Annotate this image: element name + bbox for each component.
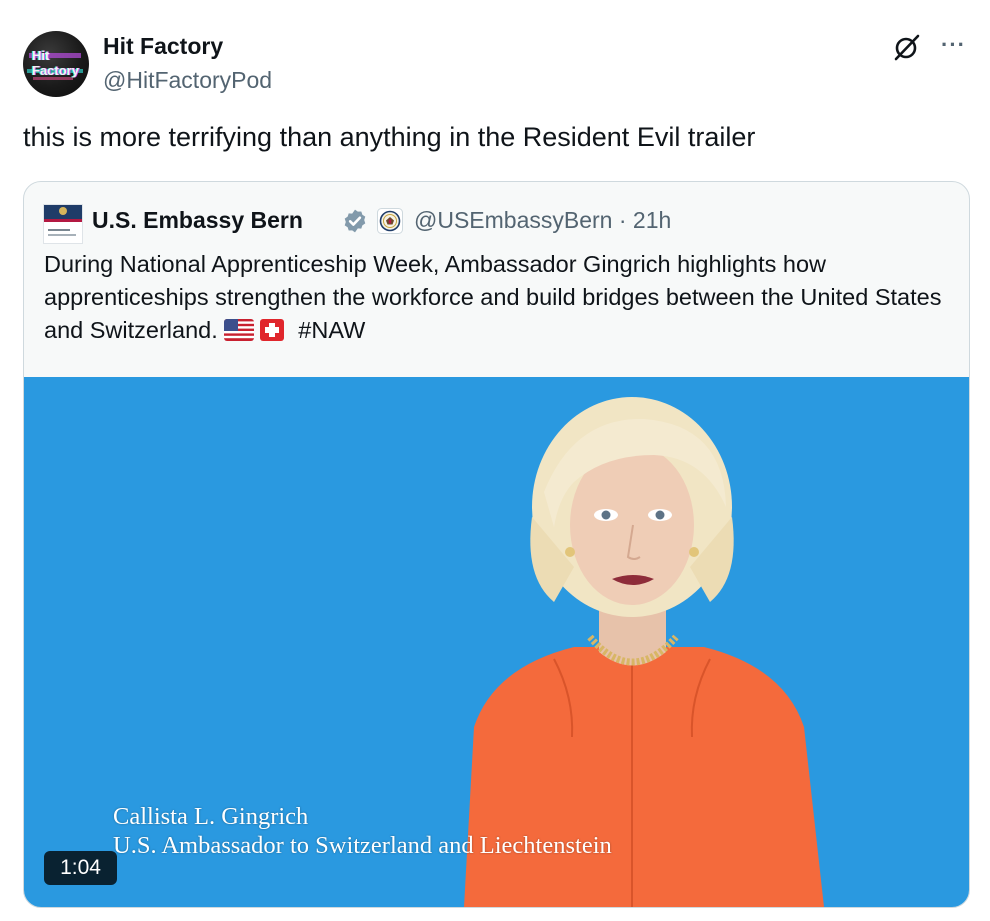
quoted-handle-and-time[interactable]: @USEmbassyBern · 21h — [414, 207, 671, 234]
swiss-flag-icon — [260, 319, 285, 341]
verified-badge-icon — [344, 209, 366, 233]
us-flag-icon — [224, 319, 255, 341]
quoted-author-name[interactable]: U.S. Embassy Bern — [92, 207, 303, 234]
government-seal-icon — [377, 208, 403, 234]
avatar-logo-text: Hit Factory — [32, 48, 79, 78]
author-avatar[interactable]: Hit Factory — [23, 31, 89, 97]
video-player[interactable]: Callista L. Gingrich U.S. Ambassador to … — [24, 377, 969, 907]
quoted-post-text: During National Apprenticeship Week, Amb… — [44, 251, 942, 343]
post-text: this is more terrifying than anything in… — [23, 122, 756, 152]
author-name[interactable]: Hit Factory — [103, 33, 223, 60]
grok-icon[interactable] — [893, 33, 921, 61]
quoted-post-header: U.S. Embassy Bern @USEmbassyBern · 21h — [43, 202, 943, 244]
video-duration-badge: 1:04 — [44, 851, 117, 885]
quoted-post[interactable]: U.S. Embassy Bern @USEmbassyBern · 21h D… — [23, 181, 970, 908]
author-handle[interactable]: @HitFactoryPod — [103, 67, 272, 94]
hashtag-link[interactable]: #NAW — [298, 317, 365, 343]
quoted-author-avatar[interactable] — [43, 204, 83, 244]
video-caption: Callista L. Gingrich U.S. Ambassador to … — [113, 803, 612, 859]
post-header: Hit Factory Hit Factory @HitFactoryPod ··… — [23, 30, 968, 100]
more-options-icon[interactable]: ··· — [941, 34, 969, 58]
